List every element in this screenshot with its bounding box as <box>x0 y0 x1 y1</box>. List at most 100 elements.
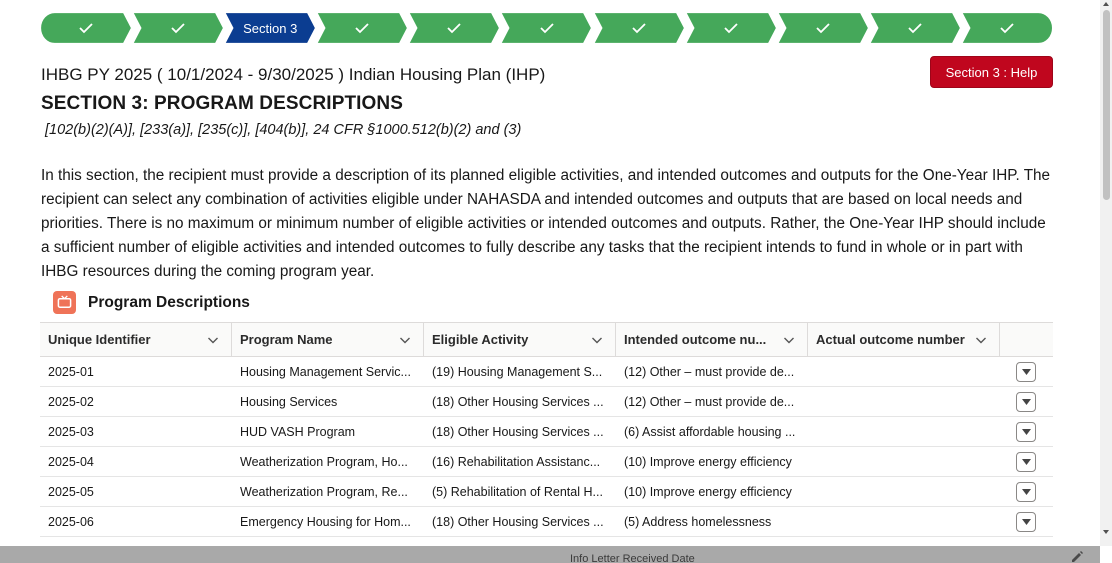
step-4[interactable] <box>316 12 409 44</box>
row-actions-cell <box>1000 447 1053 476</box>
check-icon <box>171 23 185 34</box>
table-cell: 2025-02 <box>40 387 232 416</box>
table-cell-text: Weatherization Program, Re... <box>240 484 408 499</box>
chevron-down-icon <box>1021 518 1031 525</box>
table-cell: 2025-05 <box>40 477 232 506</box>
row-actions-cell <box>1000 357 1053 386</box>
scroll-up-arrow-icon[interactable] <box>1103 2 1109 6</box>
table-cell <box>808 477 1000 506</box>
table-cell-text: (12) Other – must provide de... <box>624 394 795 409</box>
scroll-thumb[interactable] <box>1103 10 1110 200</box>
row-actions-cell <box>1000 477 1053 506</box>
table-row: 2025-06 Emergency Housing for Hom... (18) … <box>40 507 1053 537</box>
table-cell: Emergency Housing for Hom... <box>232 507 424 536</box>
step-content <box>723 22 739 34</box>
check-icon <box>816 23 830 34</box>
step-2[interactable] <box>132 12 225 44</box>
step-content: Section 3 <box>243 21 297 36</box>
table-cell-text: 2025-05 <box>48 484 94 499</box>
step-content <box>907 22 923 34</box>
chevron-down-icon[interactable] <box>783 334 795 346</box>
table-cell: (18) Other Housing Services ... <box>424 387 616 416</box>
step-6[interactable] <box>500 12 593 44</box>
row-actions-cell <box>1000 507 1053 536</box>
page-title: IHBG PY 2025 ( 10/1/2024 - 9/30/2025 ) I… <box>41 65 546 84</box>
table-cell-text: 2025-01 <box>48 364 94 379</box>
table-cell: 2025-01 <box>40 357 232 386</box>
row-actions-button[interactable] <box>1016 451 1036 472</box>
section-citation: [102(b)(2)(A)], [233(a)], [235(c)], [404… <box>45 122 522 138</box>
chevron-down-icon[interactable] <box>399 334 411 346</box>
step-content <box>446 22 462 34</box>
table-cell: (19) Housing Management S... <box>424 357 616 386</box>
table-row: 2025-01 Housing Management Servic... (19) … <box>40 357 1053 387</box>
page-scrollbar[interactable] <box>1100 0 1112 546</box>
table-cell: (18) Other Housing Services ... <box>424 507 616 536</box>
chevron-down-icon <box>1021 458 1031 465</box>
row-actions-button[interactable] <box>1016 361 1036 382</box>
row-actions-button[interactable] <box>1016 391 1036 412</box>
table-cell-text: (5) Address homelessness <box>624 514 772 529</box>
step-content <box>999 22 1015 34</box>
row-actions-button[interactable] <box>1016 481 1036 502</box>
chevron-down-icon[interactable] <box>591 334 603 346</box>
step-content <box>78 22 94 34</box>
chevron-down-icon[interactable] <box>975 334 987 346</box>
column-header-label: Actual outcome number <box>816 332 965 347</box>
table-cell: (6) Assist affordable housing ... <box>616 417 808 446</box>
check-icon <box>79 23 93 34</box>
table-header: Unique Identifier Program Name Eligible … <box>40 323 1053 357</box>
chevron-down-icon[interactable] <box>207 334 219 346</box>
section-intro: In this section, the recipient must prov… <box>41 167 1051 280</box>
check-icon <box>908 23 922 34</box>
scroll-down-arrow-icon[interactable] <box>1103 530 1109 534</box>
row-actions-button[interactable] <box>1016 511 1036 532</box>
column-header-label: Program Name <box>240 332 333 347</box>
column-header[interactable]: Unique Identifier <box>40 323 232 356</box>
table-cell: (5) Address homelessness <box>616 507 808 536</box>
column-header[interactable]: Actual outcome number <box>808 323 1000 356</box>
step-11[interactable] <box>960 12 1053 44</box>
bottom-panel: Info Letter Received Date <box>0 546 1100 563</box>
table-cell: Housing Services <box>232 387 424 416</box>
column-header[interactable]: Eligible Activity <box>424 323 616 356</box>
row-actions-button[interactable] <box>1016 421 1036 442</box>
section-help-button[interactable]: Section 3 : Help <box>930 56 1053 88</box>
step-5[interactable] <box>408 12 501 44</box>
pencil-icon[interactable] <box>1070 550 1084 562</box>
chevron-down-icon <box>1021 488 1031 495</box>
table-row: 2025-04 Weatherization Program, Ho... (16)… <box>40 447 1053 477</box>
progress-stepper: Section 3 <box>40 12 1053 44</box>
step-10[interactable] <box>868 12 961 44</box>
table-cell-text: (10) Improve energy efficiency <box>624 454 792 469</box>
step-7[interactable] <box>592 12 685 44</box>
table-cell <box>808 387 1000 416</box>
table-cell-text: (10) Improve energy efficiency <box>624 484 792 499</box>
table-cell-text: 2025-06 <box>48 514 94 529</box>
step-9[interactable] <box>776 12 869 44</box>
step-3[interactable]: Section 3 <box>224 12 317 44</box>
table-cell <box>808 447 1000 476</box>
step-content <box>631 22 647 34</box>
table-cell-text: (19) Housing Management S... <box>432 364 603 379</box>
table-cell: (18) Other Housing Services ... <box>424 417 616 446</box>
column-header[interactable]: Program Name <box>232 323 424 356</box>
table-cell: Housing Management Servic... <box>232 357 424 386</box>
table-cell-text: 2025-04 <box>48 454 94 469</box>
column-header[interactable]: Intended outcome nu... <box>616 323 808 356</box>
section-heading: SECTION 3: PROGRAM DESCRIPTIONS <box>41 93 404 114</box>
step-1[interactable] <box>40 12 133 44</box>
check-icon <box>631 23 646 34</box>
step-8[interactable] <box>684 12 777 44</box>
program-descriptions-table: Unique Identifier Program Name Eligible … <box>40 322 1053 537</box>
table-cell: (12) Other – must provide de... <box>616 357 808 386</box>
chevron-down-icon <box>1021 368 1031 375</box>
table-cell-text: (6) Assist affordable housing ... <box>624 424 796 439</box>
table-cell: (12) Other – must provide de... <box>616 387 808 416</box>
info-letter-label: Info Letter Received Date <box>570 553 695 563</box>
table-cell-text: Emergency Housing for Hom... <box>240 514 411 529</box>
table-cell: (16) Rehabilitation Assistanc... <box>424 447 616 476</box>
table-row: 2025-02 Housing Services (18) Other Housin… <box>40 387 1053 417</box>
table-cell <box>808 417 1000 446</box>
chevron-down-icon <box>1021 428 1031 435</box>
